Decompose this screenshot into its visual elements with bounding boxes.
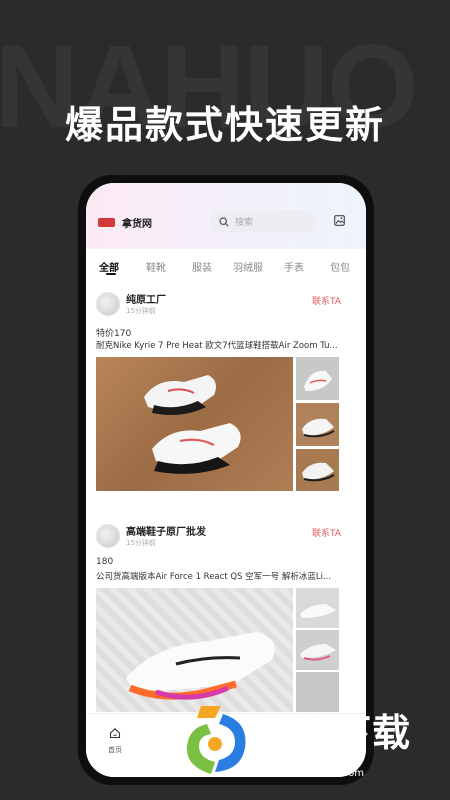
image-search-icon[interactable] (334, 215, 345, 226)
ctdown-logo-icon (186, 706, 246, 774)
post-time: 15分钟前 (126, 307, 156, 315)
active-tab-indicator (106, 273, 116, 275)
app-name: 拿货网 (122, 219, 152, 230)
shop-avatar[interactable] (96, 292, 120, 316)
search-icon (219, 216, 229, 227)
product-thumb[interactable] (296, 630, 339, 670)
app-screen: 拿货网 搜索 全部 鞋靴 服装 羽绒服 手表 包包 纯原工厂 15分钟前 联系T… (86, 183, 366, 777)
contact-button[interactable]: 联系TA (312, 294, 341, 307)
phone-frame: 拿货网 搜索 全部 鞋靴 服装 羽绒服 手表 包包 纯原工厂 15分钟前 联系T… (78, 175, 374, 785)
product-thumb[interactable] (296, 588, 339, 628)
product-thumb[interactable] (296, 403, 339, 446)
post-price: 180 (96, 557, 114, 567)
watermark-title: 传统下载 (255, 711, 412, 755)
post-card[interactable]: 纯原工厂 15分钟前 联系TA 特价170 耐克Nike Kyrie 7 Pre… (86, 285, 366, 495)
nav-home[interactable]: 首页 (108, 724, 122, 755)
tab-down-jackets[interactable]: 羽绒服 (233, 259, 263, 274)
post-time: 15分钟前 (126, 539, 156, 547)
shop-avatar[interactable] (96, 524, 120, 548)
nav-home-label: 首页 (108, 746, 122, 754)
watermark: 传统下载 ctdown.com (175, 700, 435, 790)
promo-headline: 爆品款式快速更新 (64, 103, 385, 147)
category-tabs: 全部 鞋靴 服装 羽绒服 手表 包包 (86, 253, 366, 279)
product-thumb[interactable] (296, 449, 339, 491)
search-placeholder: 搜索 (235, 218, 254, 228)
product-thumb[interactable] (296, 357, 339, 400)
tab-all[interactable]: 全部 (99, 259, 119, 274)
product-photo-main[interactable] (96, 588, 293, 712)
shop-name[interactable]: 高端鞋子原厂批发 (126, 523, 206, 538)
home-icon (109, 728, 121, 739)
watermark-url: ctdown.com (303, 768, 364, 779)
app-header: 拿货网 搜索 (86, 183, 366, 249)
post-card[interactable]: 高端鞋子原厂批发 15分钟前 联系TA 180 公司货高端版本Air Force… (86, 518, 366, 718)
tab-bags[interactable]: 包包 (330, 259, 350, 274)
app-logo[interactable]: 拿货网 (98, 215, 152, 230)
tab-clothing[interactable]: 服装 (192, 259, 212, 274)
tab-shoes[interactable]: 鞋靴 (146, 259, 166, 274)
logo-badge-icon (98, 218, 115, 227)
search-bar[interactable]: 搜索 (210, 210, 316, 233)
contact-button[interactable]: 联系TA (312, 526, 341, 539)
post-price: 特价170 (96, 329, 132, 339)
product-photo-main[interactable] (96, 357, 293, 491)
shop-name[interactable]: 纯原工厂 (126, 291, 166, 306)
tab-watches[interactable]: 手表 (284, 259, 304, 274)
post-description: 耐克Nike Kyrie 7 Pre Heat 欧文7代篮球鞋搭载Air Zoo… (96, 341, 338, 351)
post-description: 公司货高端版本Air Force 1 React QS 空军一号 解析冰蓝Li.… (96, 572, 332, 582)
